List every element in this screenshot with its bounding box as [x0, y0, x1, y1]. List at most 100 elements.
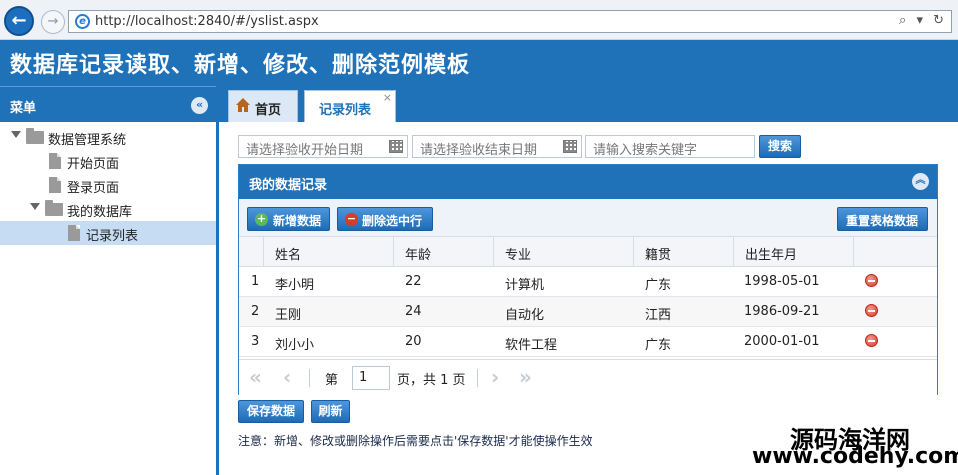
- page-number-input[interactable]: 1: [352, 366, 390, 390]
- file-icon: [49, 177, 61, 193]
- cell-age[interactable]: 24: [405, 304, 422, 319]
- cell-origin[interactable]: 江西: [645, 304, 671, 323]
- address-tools-icons[interactable]: ⌕ ▾ ↻: [899, 13, 947, 28]
- cell-birth[interactable]: 2000-01-01: [744, 334, 820, 349]
- panel-title: 我的数据记录: [249, 178, 328, 193]
- browser-logo-icon: e: [75, 14, 90, 29]
- save-data-button[interactable]: 保存数据: [238, 400, 304, 423]
- sidebar-title: 菜单: [10, 101, 37, 116]
- tree-item-label: 数据管理系统: [48, 133, 127, 148]
- cell-birth[interactable]: 1998-05-01: [744, 274, 820, 289]
- panel-header: 我的数据记录 ︽: [239, 165, 937, 199]
- folder-icon: [26, 128, 44, 144]
- cell-major[interactable]: 计算机: [505, 274, 544, 293]
- cell-name[interactable]: 李小明: [275, 274, 314, 293]
- cell-major[interactable]: 软件工程: [505, 334, 557, 353]
- tab-home[interactable]: 首页: [228, 90, 298, 122]
- table-row[interactable]: 2 王刚 24 自动化 江西 1986-09-21: [239, 297, 937, 327]
- tab-bar: 首页 记录列表 ×: [219, 86, 958, 122]
- reset-grid-button[interactable]: 重置表格数据: [837, 207, 928, 231]
- row-number: 2: [251, 304, 260, 319]
- table-row[interactable]: 1 李小明 22 计算机 广东 1998-05-01: [239, 267, 937, 297]
- add-data-button[interactable]: + 新增数据: [247, 207, 330, 231]
- cell-name[interactable]: 王刚: [275, 304, 301, 323]
- column-header-origin[interactable]: 籍贯: [634, 237, 734, 267]
- delete-row-icon[interactable]: [865, 274, 878, 287]
- cell-major[interactable]: 自动化: [505, 304, 544, 323]
- tab-label: 记录列表: [319, 103, 372, 118]
- grid-toolbar: + 新增数据 − 删除选中行 重置表格数据: [239, 199, 937, 237]
- grid-header: 姓名 年龄 专业 籍贯 出生年月: [239, 237, 937, 267]
- row-number-header: [239, 237, 264, 267]
- file-icon: [68, 225, 80, 241]
- tree-item-record-list[interactable]: 记录列表: [0, 221, 216, 245]
- sidebar: 菜单 « 数据管理系统 开始页面 登录页面 我的数据库 记录列表: [0, 86, 219, 475]
- row-number: 3: [251, 334, 260, 349]
- column-header-major[interactable]: 专业: [494, 237, 634, 267]
- close-icon[interactable]: ×: [383, 91, 392, 104]
- cell-origin[interactable]: 广东: [645, 274, 671, 293]
- cell-origin[interactable]: 广东: [645, 334, 671, 353]
- cell-age[interactable]: 22: [405, 274, 422, 289]
- calendar-icon[interactable]: [563, 140, 577, 153]
- prev-page-icon[interactable]: ‹: [283, 365, 291, 389]
- end-date-input[interactable]: 请选择验收结束日期: [412, 135, 582, 158]
- table-row[interactable]: 3 刘小小 20 软件工程 广东 2000-01-01: [239, 327, 937, 357]
- url-text[interactable]: http://localhost:2840/#/yslist.aspx: [95, 14, 319, 29]
- expand-arrow-icon[interactable]: [11, 131, 21, 138]
- tab-label: 首页: [255, 103, 282, 118]
- tab-record-list[interactable]: 记录列表 ×: [304, 90, 396, 122]
- browser-toolbar: ← → e http://localhost:2840/#/yslist.asp…: [0, 0, 958, 40]
- end-date-placeholder: 请选择验收结束日期: [420, 143, 538, 158]
- column-header-age[interactable]: 年龄: [394, 237, 494, 267]
- sidebar-header: 菜单 «: [0, 86, 216, 122]
- keyword-input[interactable]: 请输入搜索关键字: [585, 135, 755, 158]
- tree-item-login-page[interactable]: 登录页面: [0, 173, 216, 197]
- calendar-icon[interactable]: [389, 140, 403, 153]
- column-header-actions: [854, 237, 937, 267]
- tree-item-label: 开始页面: [67, 157, 120, 172]
- last-page-icon[interactable]: »: [519, 365, 532, 389]
- start-date-placeholder: 请选择验收开始日期: [246, 143, 364, 158]
- search-button[interactable]: 搜索: [759, 135, 801, 158]
- forward-arrow-icon[interactable]: →: [41, 10, 65, 34]
- start-date-input[interactable]: 请选择验收开始日期: [238, 135, 408, 158]
- folder-icon: [45, 200, 63, 216]
- app-header: 数据库记录读取、新增、修改、删除范例模板: [0, 40, 958, 86]
- delete-row-icon[interactable]: [865, 334, 878, 347]
- pager-divider: [477, 369, 478, 387]
- pager-divider: [309, 369, 310, 387]
- file-icon: [49, 153, 61, 169]
- cell-name[interactable]: 刘小小: [275, 334, 314, 353]
- refresh-button[interactable]: 刷新: [311, 400, 350, 423]
- tree-item-label: 我的数据库: [67, 205, 133, 220]
- reset-grid-label: 重置表格数据: [846, 214, 919, 228]
- address-bar[interactable]: e http://localhost:2840/#/yslist.aspx ⌕ …: [68, 10, 952, 33]
- page-label-after: 页，共 1 页: [397, 373, 466, 388]
- collapse-left-icon[interactable]: «: [191, 97, 208, 114]
- tree-item-my-database[interactable]: 我的数据库: [0, 197, 216, 221]
- delete-selected-label: 删除选中行: [362, 214, 423, 228]
- app-title: 数据库记录读取、新增、修改、删除范例模板: [10, 52, 471, 78]
- delete-selected-button[interactable]: − 删除选中行: [337, 207, 433, 231]
- column-header-birth[interactable]: 出生年月: [734, 237, 854, 267]
- back-arrow-icon[interactable]: ←: [4, 6, 34, 36]
- watermark-url: www.codehy.com: [752, 444, 958, 469]
- column-header-name[interactable]: 姓名: [264, 237, 394, 267]
- tree-item-label: 登录页面: [67, 181, 120, 196]
- collapse-up-icon[interactable]: ︽: [912, 173, 929, 190]
- cell-age[interactable]: 20: [405, 334, 422, 349]
- cell-birth[interactable]: 1986-09-21: [744, 304, 820, 319]
- add-data-label: 新增数据: [273, 214, 322, 228]
- first-page-icon[interactable]: «: [249, 365, 262, 389]
- next-page-icon[interactable]: ›: [491, 365, 499, 389]
- pagination: « ‹ 第 1 页，共 1 页 › »: [239, 359, 937, 395]
- delete-row-icon[interactable]: [865, 304, 878, 317]
- home-icon: [236, 98, 250, 112]
- remove-icon: −: [345, 212, 358, 226]
- row-number: 1: [251, 274, 260, 289]
- tree-item-start-page[interactable]: 开始页面: [0, 149, 216, 173]
- expand-arrow-icon[interactable]: [30, 203, 40, 210]
- keyword-placeholder: 请输入搜索关键字: [593, 143, 698, 158]
- tree-item-data-system[interactable]: 数据管理系统: [0, 125, 216, 149]
